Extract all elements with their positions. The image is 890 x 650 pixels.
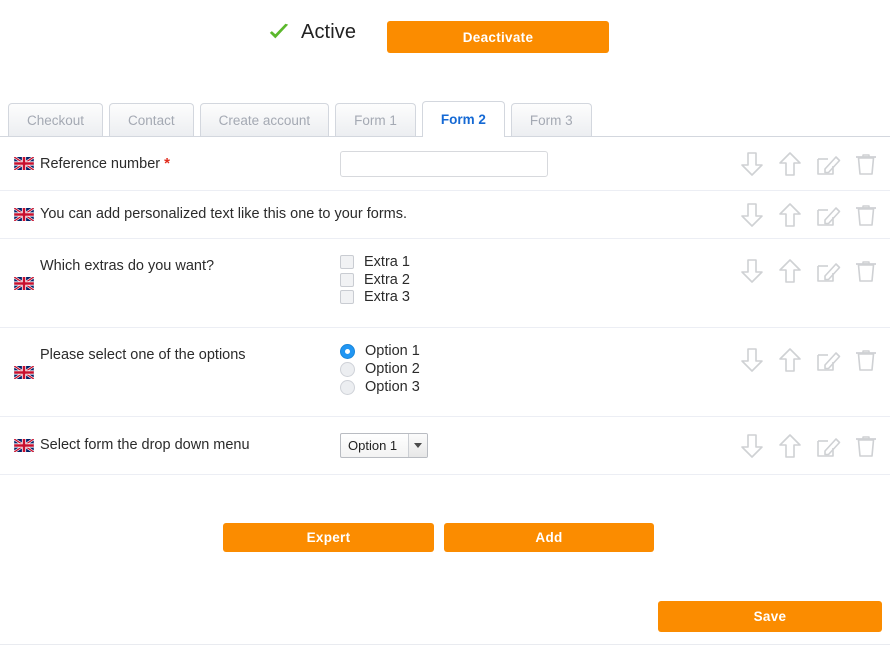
radio-option[interactable]: Option 2 — [340, 362, 724, 377]
row-actions — [734, 432, 890, 460]
row-actions — [734, 201, 890, 229]
move-up-icon[interactable] — [776, 346, 804, 374]
row-label: Reference number* — [40, 154, 340, 174]
option-dropdown[interactable]: Option 1 — [340, 433, 428, 458]
tab-label: Form 2 — [441, 112, 486, 127]
move-down-icon[interactable] — [738, 150, 766, 178]
checkbox-label: Extra 3 — [364, 290, 410, 305]
delete-icon[interactable] — [852, 432, 880, 460]
chevron-down-icon[interactable] — [408, 434, 427, 457]
add-button[interactable]: Add — [444, 523, 654, 552]
tab-contact[interactable]: Contact — [109, 103, 194, 136]
edit-icon[interactable] — [814, 150, 842, 178]
move-up-icon[interactable] — [776, 150, 804, 178]
tab-form-1[interactable]: Form 1 — [335, 103, 416, 136]
checkbox-icon[interactable] — [340, 273, 354, 287]
bottom-button-row: Expert Add — [0, 523, 890, 553]
row-label-text: Please select one of the options — [40, 347, 246, 363]
row-field: Option 1 Option 2 Option 3 — [340, 328, 734, 395]
checkbox-icon[interactable] — [340, 290, 354, 304]
checkbox-option[interactable]: Extra 2 — [340, 273, 724, 288]
tab-label: Form 3 — [530, 113, 573, 128]
row-label-text: Which extras do you want? — [40, 258, 214, 274]
radio-option[interactable]: Option 3 — [340, 380, 724, 395]
tab-form-2[interactable]: Form 2 — [422, 101, 505, 137]
edit-icon[interactable] — [814, 346, 842, 374]
tab-bar: Checkout Contact Create account Form 1 F… — [0, 102, 890, 137]
checkbox-label: Extra 1 — [364, 255, 410, 270]
tab-checkout[interactable]: Checkout — [8, 103, 103, 136]
tab-label: Create account — [219, 113, 311, 128]
expert-button[interactable]: Expert — [223, 523, 434, 552]
radio-icon[interactable] — [340, 380, 355, 395]
status-label: Active — [301, 22, 356, 42]
form-row-list: Reference number* — [0, 137, 890, 475]
status-bar: Active Deactivate — [0, 0, 890, 75]
uk-flag-icon — [0, 277, 40, 290]
uk-flag-icon — [0, 157, 40, 170]
row-label: Please select one of the options — [40, 328, 340, 365]
status-group: Active — [268, 21, 356, 43]
move-up-icon[interactable] — [776, 432, 804, 460]
radio-icon[interactable] — [340, 344, 355, 359]
required-marker: * — [164, 155, 170, 172]
footer-divider — [0, 644, 890, 645]
tab-label: Contact — [128, 113, 175, 128]
row-field — [340, 151, 734, 177]
move-down-icon[interactable] — [738, 201, 766, 229]
edit-icon[interactable] — [814, 201, 842, 229]
row-field: Extra 1 Extra 2 Extra 3 — [340, 239, 734, 305]
table-row: Please select one of the options Option … — [0, 328, 890, 417]
uk-flag-icon — [0, 439, 40, 452]
delete-icon[interactable] — [852, 257, 880, 285]
table-row: Which extras do you want? Extra 1 Extra … — [0, 239, 890, 328]
tab-label: Form 1 — [354, 113, 397, 128]
row-label: You can add personalized text like this … — [40, 205, 560, 224]
row-label-text: You can add personalized text like this … — [40, 206, 407, 222]
green-check-icon — [268, 21, 290, 43]
table-row: You can add personalized text like this … — [0, 191, 890, 239]
radio-label: Option 1 — [365, 344, 420, 359]
row-actions — [734, 328, 890, 374]
row-field: Option 1 — [340, 433, 734, 458]
checkbox-icon[interactable] — [340, 255, 354, 269]
edit-icon[interactable] — [814, 432, 842, 460]
radio-icon[interactable] — [340, 362, 355, 377]
radio-label: Option 2 — [365, 362, 420, 377]
save-button[interactable]: Save — [658, 601, 882, 632]
dropdown-selected-value: Option 1 — [341, 434, 408, 457]
row-label: Select form the drop down menu — [40, 436, 340, 455]
edit-icon[interactable] — [814, 257, 842, 285]
checkbox-label: Extra 2 — [364, 273, 410, 288]
radio-label: Option 3 — [365, 380, 420, 395]
reference-number-input[interactable] — [340, 151, 548, 177]
row-label-text: Select form the drop down menu — [40, 437, 250, 453]
move-up-icon[interactable] — [776, 257, 804, 285]
move-down-icon[interactable] — [738, 346, 766, 374]
checkbox-group: Extra 1 Extra 2 Extra 3 — [340, 255, 724, 305]
move-down-icon[interactable] — [738, 257, 766, 285]
delete-icon[interactable] — [852, 150, 880, 178]
delete-icon[interactable] — [852, 201, 880, 229]
uk-flag-icon — [0, 208, 40, 221]
row-actions — [734, 239, 890, 285]
tab-form-3[interactable]: Form 3 — [511, 103, 592, 136]
radio-option[interactable]: Option 1 — [340, 344, 724, 359]
radio-group: Option 1 Option 2 Option 3 — [340, 344, 724, 395]
row-actions — [734, 150, 890, 178]
uk-flag-icon — [0, 366, 40, 379]
move-up-icon[interactable] — [776, 201, 804, 229]
tab-label: Checkout — [27, 113, 84, 128]
deactivate-button[interactable]: Deactivate — [387, 21, 609, 53]
table-row: Select form the drop down menu Option 1 — [0, 417, 890, 475]
checkbox-option[interactable]: Extra 1 — [340, 255, 724, 270]
row-label-text: Reference number — [40, 156, 160, 172]
form-builder-page: Active Deactivate Checkout Contact Creat… — [0, 0, 890, 650]
checkbox-option[interactable]: Extra 3 — [340, 290, 724, 305]
tab-create-account[interactable]: Create account — [200, 103, 330, 136]
delete-icon[interactable] — [852, 346, 880, 374]
move-down-icon[interactable] — [738, 432, 766, 460]
row-label: Which extras do you want? — [40, 239, 340, 276]
table-row: Reference number* — [0, 137, 890, 191]
